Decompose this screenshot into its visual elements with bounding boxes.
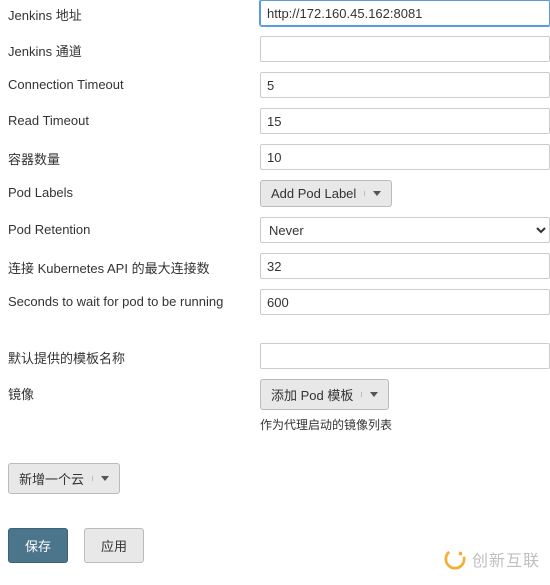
save-button[interactable]: 保存 [8, 528, 68, 563]
chevron-down-icon [364, 191, 381, 196]
add-pod-template-button[interactable]: 添加 Pod 模板 [260, 379, 389, 410]
jenkins-tunnel-input[interactable] [260, 36, 550, 62]
add-pod-label-text: Add Pod Label [271, 186, 356, 201]
pod-retention-label: Pod Retention [0, 217, 260, 237]
watermark-logo-icon [444, 548, 466, 570]
add-pod-label-button[interactable]: Add Pod Label [260, 180, 392, 207]
read-timeout-input[interactable] [260, 108, 550, 134]
chevron-down-icon [361, 392, 378, 397]
images-helper-text: 作为代理启动的镜像列表 [260, 416, 550, 433]
add-cloud-button[interactable]: 新增一个云 [8, 463, 120, 494]
jenkins-tunnel-label: Jenkins 通道 [0, 36, 260, 60]
pod-retention-select[interactable]: Never [260, 217, 550, 243]
wait-seconds-label: Seconds to wait for pod to be running [0, 289, 260, 309]
images-label: 镜像 [0, 379, 260, 403]
read-timeout-label: Read Timeout [0, 108, 260, 128]
pod-labels-label: Pod Labels [0, 180, 260, 200]
jenkins-url-label: Jenkins 地址 [0, 0, 260, 24]
apply-button[interactable]: 应用 [84, 528, 144, 563]
max-requests-input[interactable] [260, 253, 550, 279]
wait-seconds-input[interactable] [260, 289, 550, 315]
default-template-input[interactable] [260, 343, 550, 369]
connection-timeout-input[interactable] [260, 72, 550, 98]
max-requests-label: 连接 Kubernetes API 的最大连接数 [0, 253, 260, 277]
add-pod-template-text: 添加 Pod 模板 [271, 385, 353, 404]
watermark: 创新互联 [444, 547, 540, 571]
container-cap-label: 容器数量 [0, 144, 260, 168]
chevron-down-icon [92, 476, 109, 481]
add-cloud-text: 新增一个云 [19, 469, 84, 488]
jenkins-url-input[interactable] [260, 0, 550, 26]
default-template-label: 默认提供的模板名称 [0, 343, 260, 367]
watermark-text: 创新互联 [472, 547, 540, 571]
container-cap-input[interactable] [260, 144, 550, 170]
connection-timeout-label: Connection Timeout [0, 72, 260, 92]
